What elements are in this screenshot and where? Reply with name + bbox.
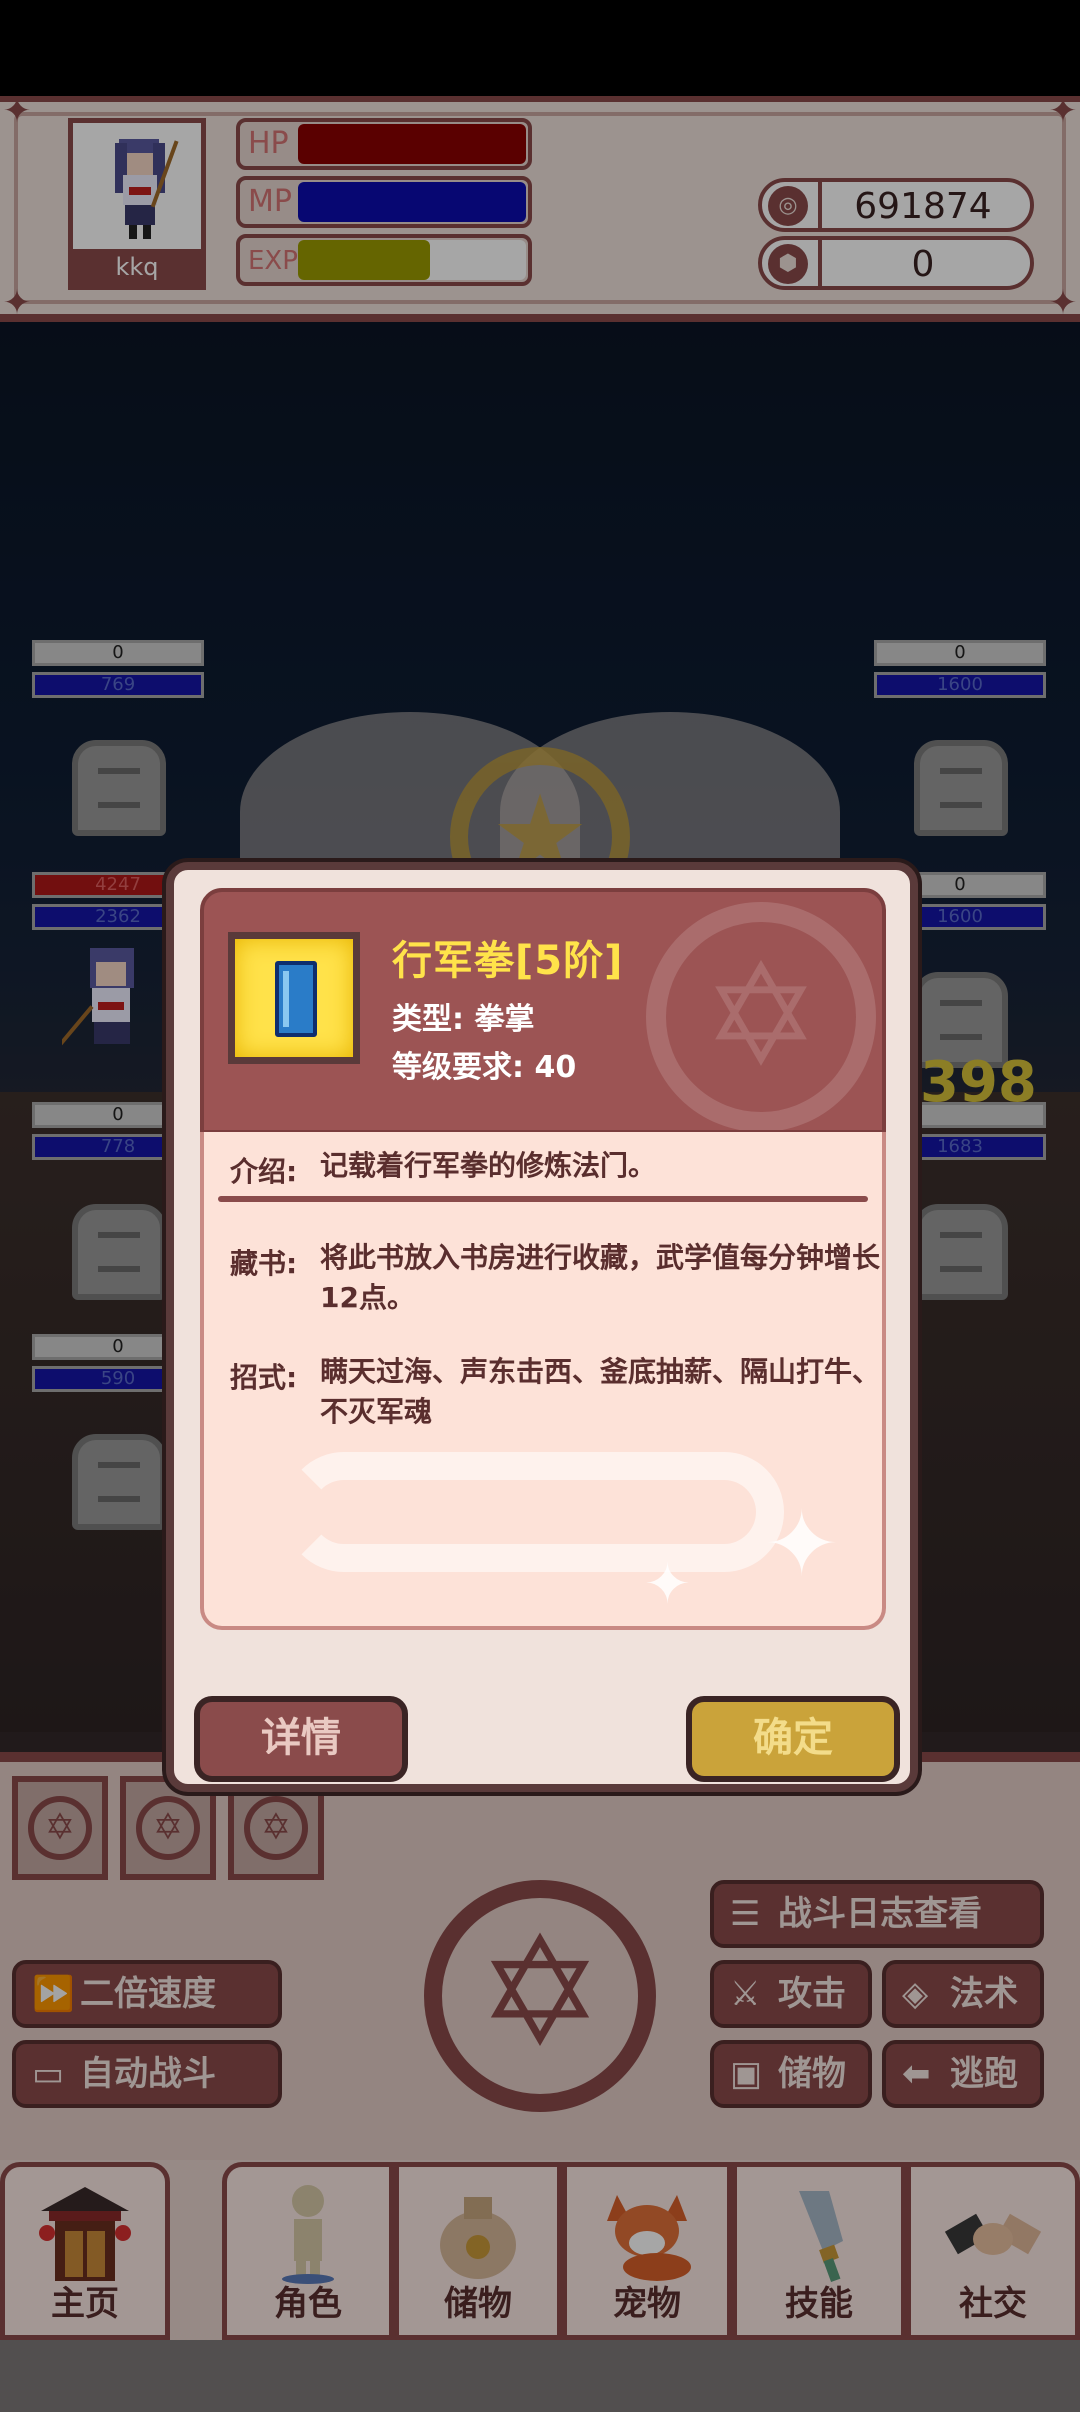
right-unit-1-top-bar: 0 (874, 640, 1046, 666)
corner-star-icon: ✦ (1048, 283, 1078, 323)
skill-book-icon (228, 932, 360, 1064)
tombstone-icon (914, 740, 1008, 836)
auto-battle-button[interactable]: ▭ 自动战斗 (12, 2040, 282, 2108)
ally-character-sprite (62, 948, 134, 1051)
nav-skill[interactable]: 技能 (732, 2162, 906, 2340)
chest-icon: ▣ (730, 2054, 763, 2094)
system-nav-bar (0, 2340, 1080, 2412)
escape-icon: ⬅ (902, 2054, 931, 2094)
exp-label: EXP (248, 246, 298, 276)
hp-bar: HP (236, 118, 532, 170)
tombstone-icon (72, 740, 166, 836)
gem-value: 0 (911, 244, 935, 285)
mp-label: MP (248, 184, 292, 219)
diamond-icon: ◈ (902, 1974, 929, 2014)
coin-value: 691874 (854, 186, 992, 227)
hexagram-icon: ✡ (136, 1796, 200, 1860)
list-icon: ☰ (730, 1894, 761, 1934)
nav-social[interactable]: 社交 (906, 2162, 1080, 2340)
dialog-header: ✡ 行军拳[5阶] 类型: 拳掌 等级要求: 40 (200, 888, 886, 1134)
fast-forward-icon: ⏩ (32, 1974, 75, 2014)
divider (218, 1196, 868, 1202)
moves-label: 招式: (230, 1361, 298, 1394)
skill-title: 行军拳[5阶] (392, 938, 624, 984)
fox-pet-icon (607, 2195, 691, 2281)
exp-bar: EXP (236, 234, 532, 286)
storage-button[interactable]: ▣ 储物 (710, 2040, 872, 2108)
nav-pet-label: 宠物 (613, 2284, 681, 2324)
mp-fill (298, 182, 526, 222)
intro-label: 介绍: (230, 1155, 298, 1188)
gem-counter: ⬢ 0 (758, 236, 1034, 290)
hp-fill (298, 124, 526, 164)
tombstone-icon (72, 1434, 166, 1530)
detail-button[interactable]: 详情 (194, 1696, 408, 1782)
hexagram-icon: ✡ (244, 1796, 308, 1860)
handshake-icon (944, 2213, 1042, 2255)
gem-icon: ⬢ (768, 244, 808, 284)
player-sprite-icon (115, 139, 179, 239)
moves-text: 瞒天过海、声东击西、釜底抽薪、隔山打牛、不灭军魂 (320, 1355, 881, 1428)
mp-bar: MP (236, 176, 532, 228)
nav-social-label: 社交 (959, 2284, 1027, 2324)
collection-label: 藏书: (230, 1247, 298, 1280)
collection-text: 将此书放入书房进行收藏，武学值每分钟增长12点。 (320, 1241, 881, 1314)
confirm-button[interactable]: 确定 (686, 1696, 900, 1782)
sword-icon: ⚔ (730, 1974, 761, 2014)
left-unit-1-top-bar: 0 (32, 640, 204, 666)
right-unit-1-mp-bar: 1600 (874, 672, 1046, 698)
skill-level-requirement: 等级要求: 40 (392, 1050, 577, 1085)
sword-skill-icon (799, 2191, 843, 2283)
skill-slot-1[interactable]: ✡ (12, 1776, 108, 1880)
nav-storage[interactable]: 储物 (394, 2162, 562, 2340)
coin-counter: ◎ 691874 (758, 178, 1034, 232)
status-bar (0, 0, 1080, 96)
player-name: kkq (73, 249, 201, 285)
hexagram-icon: ✡ (28, 1796, 92, 1860)
left-unit-1-mp-bar: 769 (32, 672, 204, 698)
corner-star-icon: ✦ (2, 91, 32, 131)
magic-button[interactable]: ◈ 法术 (882, 1960, 1044, 2028)
tombstone-icon (72, 1204, 166, 1300)
nav-character-label: 角色 (274, 2284, 342, 2324)
corner-star-icon: ✦ (2, 283, 32, 323)
dialog-body: ✦ ✦ 介绍: 记载着行军拳的修炼法门。 藏书: 将此书放入书房进行收藏，武学值… (200, 1132, 886, 1630)
nav-skill-label: 技能 (785, 2284, 853, 2324)
home-gate-icon (39, 2187, 131, 2281)
exp-fill (298, 240, 430, 280)
skill-type: 类型: 拳掌 (392, 1002, 535, 1037)
skill-book-dialog: ✡ 行军拳[5阶] 类型: 拳掌 等级要求: 40 ✦ ✦ 介绍: 记载着行军拳… (166, 862, 918, 1792)
character-icon (282, 2185, 334, 2284)
escape-button[interactable]: ⬅ 逃跑 (882, 2040, 1044, 2108)
nav-storage-label: 储物 (444, 2284, 512, 2324)
monitor-icon: ▭ (32, 2054, 65, 2094)
nav-home-label: 主页 (51, 2284, 119, 2324)
hexagram-emblem-icon: ✡ (424, 1880, 656, 2112)
sparkle-icon: ✦ (764, 1492, 840, 1597)
hp-label: HP (248, 126, 289, 161)
intro-text: 记载着行军拳的修炼法门。 (320, 1149, 657, 1182)
nav-home[interactable]: 主页 (0, 2162, 170, 2340)
tombstone-icon (914, 1204, 1008, 1300)
attack-button[interactable]: ⚔ 攻击 (710, 1960, 872, 2028)
nav-character[interactable]: 角色 (222, 2162, 394, 2340)
corner-star-icon: ✦ (1048, 91, 1078, 131)
player-avatar[interactable]: kkq (68, 118, 206, 290)
double-speed-button[interactable]: ⏩ 二倍速度 (12, 1960, 282, 2028)
sparkle-icon: ✦ (644, 1552, 691, 1617)
battle-log-button[interactable]: ☰ 战斗日志查看 (710, 1880, 1044, 1948)
bag-icon (440, 2197, 516, 2279)
nav-pet[interactable]: 宠物 (562, 2162, 732, 2340)
coin-icon: ◎ (768, 186, 808, 226)
hexagram-watermark-icon: ✡ (646, 902, 876, 1130)
